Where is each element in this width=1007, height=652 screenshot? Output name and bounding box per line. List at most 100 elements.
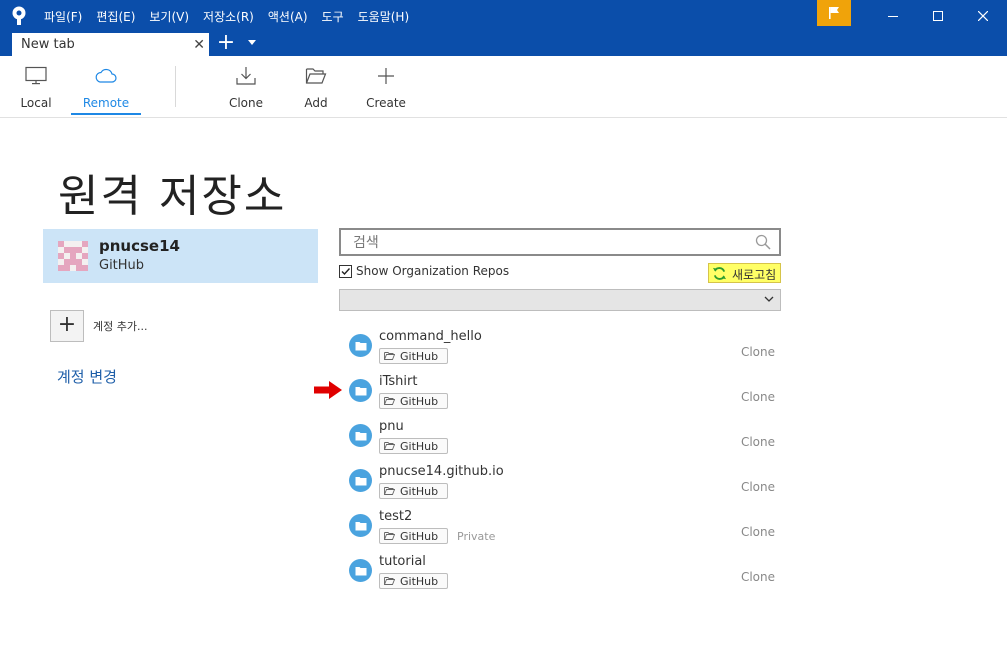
toolbar: Local Remote Clone Add Create (0, 56, 1007, 118)
add-account-button[interactable]: + (50, 310, 84, 342)
notification-flag-button[interactable] (817, 0, 851, 26)
repo-row[interactable]: tutorial GitHub Clone (339, 550, 781, 595)
repo-row[interactable]: pnu GitHub Clone (339, 415, 781, 460)
repo-clone-button[interactable]: Clone (741, 570, 775, 584)
repo-host-badge: GitHub (379, 573, 448, 589)
remote-label: Remote (82, 96, 130, 110)
organization-select[interactable] (339, 289, 781, 311)
repo-host-label: GitHub (400, 485, 439, 498)
download-icon (236, 67, 256, 85)
tab-list-dropdown-icon[interactable] (248, 40, 256, 45)
add-tab-button[interactable]: + (215, 32, 237, 56)
plus-icon (378, 68, 394, 84)
repo-clone-button[interactable]: Clone (741, 390, 775, 404)
refresh-icon (712, 267, 727, 280)
folder-outline-icon (384, 352, 395, 360)
tab-close-icon[interactable]: ✕ (193, 37, 205, 53)
minimize-icon (888, 16, 898, 17)
repo-clone-button[interactable]: Clone (741, 525, 775, 539)
menu-tools[interactable]: 도구 (322, 8, 344, 25)
search-icon[interactable] (755, 234, 771, 250)
maximize-button[interactable] (915, 0, 961, 32)
repo-name: tutorial (379, 554, 426, 569)
folder-outline-icon (384, 487, 395, 495)
repo-host-label: GitHub (400, 350, 439, 363)
show-org-repos-checkbox[interactable] (339, 265, 352, 278)
repo-clone-button[interactable]: Clone (741, 480, 775, 494)
local-button[interactable]: Local (18, 64, 54, 118)
chevron-down-icon (764, 296, 774, 302)
folder-open-icon (305, 68, 327, 84)
folder-icon (349, 379, 372, 402)
repository-list: command_hello GitHub Clone iTshirt GitHu… (339, 325, 781, 595)
folder-outline-icon (384, 442, 395, 450)
folder-outline-icon (384, 532, 395, 540)
menu-file[interactable]: 파일(F) (44, 8, 82, 25)
folder-outline-icon (384, 397, 395, 405)
show-org-repos-label[interactable]: Show Organization Repos (356, 264, 509, 278)
repo-host-badge: GitHub (379, 483, 448, 499)
create-label: Create (366, 96, 406, 110)
repo-host-label: GitHub (400, 530, 439, 543)
repo-host-badge: GitHub (379, 528, 448, 544)
folder-icon (349, 559, 372, 582)
repo-row[interactable]: test2 GitHub Private Clone (339, 505, 781, 550)
refresh-label: 새로고침 (732, 268, 777, 282)
maximize-icon (933, 11, 943, 21)
repo-private-label: Private (457, 530, 496, 543)
menu-actions[interactable]: 액션(A) (268, 8, 308, 25)
menu-bar: 파일(F) 편집(E) 보기(V) 저장소(R) 액션(A) 도구 도움말(H) (44, 0, 423, 32)
repo-name: command_hello (379, 329, 482, 344)
repo-name: pnu (379, 419, 404, 434)
minimize-button[interactable] (870, 0, 916, 32)
folder-icon (349, 469, 372, 492)
menu-repository[interactable]: 저장소(R) (203, 8, 254, 25)
repo-clone-button[interactable]: Clone (741, 345, 775, 359)
menu-edit[interactable]: 편집(E) (96, 8, 135, 25)
change-account-link[interactable]: 계정 변경 (57, 366, 117, 387)
folder-icon (349, 424, 372, 447)
monitor-icon (25, 66, 47, 85)
repo-clone-button[interactable]: Clone (741, 435, 775, 449)
clone-button[interactable]: Clone (226, 64, 266, 118)
page-title: 원격 저장소 (58, 171, 287, 222)
avatar (58, 241, 88, 271)
checkmark-icon (341, 268, 351, 276)
create-button[interactable]: Create (364, 64, 408, 118)
refresh-button[interactable]: 새로고침 (708, 263, 781, 283)
folder-outline-icon (384, 577, 395, 585)
repo-host-label: GitHub (400, 575, 439, 588)
repo-host-label: GitHub (400, 395, 439, 408)
repo-row[interactable]: pnucse14.github.io GitHub Clone (339, 460, 781, 505)
repo-name: iTshirt (379, 374, 418, 389)
remote-button[interactable]: Remote (76, 64, 136, 118)
add-label: Add (304, 96, 328, 110)
search-box (339, 228, 781, 256)
menu-help[interactable]: 도움말(H) (358, 8, 410, 25)
toolbar-divider (175, 66, 176, 107)
tab-strip: New tab ✕ + (0, 32, 1007, 56)
tab-new[interactable]: New tab ✕ (12, 33, 209, 56)
search-input[interactable] (353, 233, 743, 253)
clone-label: Clone (228, 96, 264, 110)
add-button[interactable]: Add (298, 64, 334, 118)
close-window-button[interactable] (960, 0, 1006, 32)
close-icon (978, 11, 988, 21)
title-bar: 파일(F) 편집(E) 보기(V) 저장소(R) 액션(A) 도구 도움말(H) (0, 0, 1007, 32)
repo-row[interactable]: iTshirt GitHub Clone (339, 370, 781, 415)
menu-view[interactable]: 보기(V) (149, 8, 189, 25)
flag-icon (829, 7, 839, 19)
add-account-label[interactable]: 계정 추가... (93, 318, 147, 334)
cloud-icon (95, 68, 117, 83)
repo-name: pnucse14.github.io (379, 464, 504, 479)
account-host: GitHub (99, 258, 145, 273)
repo-host-label: GitHub (400, 440, 439, 453)
folder-icon (349, 334, 372, 357)
active-tab-indicator (71, 113, 141, 115)
red-arrow-icon (314, 381, 342, 399)
account-card[interactable]: pnucse14 GitHub (43, 229, 318, 283)
repo-row[interactable]: command_hello GitHub Clone (339, 325, 781, 370)
folder-icon (349, 514, 372, 537)
repo-host-badge: GitHub (379, 438, 448, 454)
repo-host-badge: GitHub (379, 348, 448, 364)
